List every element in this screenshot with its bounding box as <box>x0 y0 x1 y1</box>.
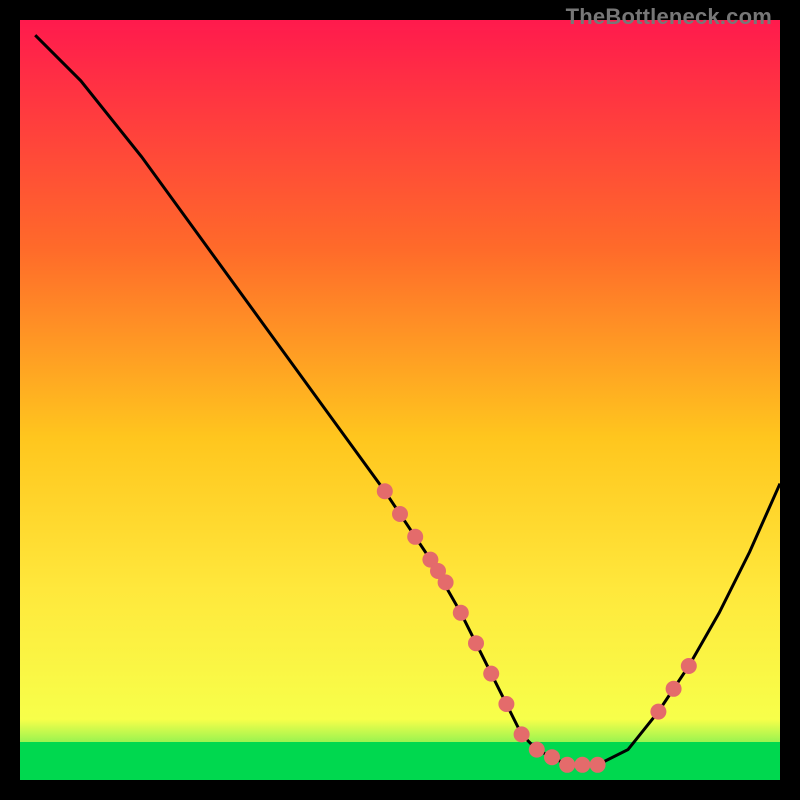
data-point <box>377 483 393 499</box>
gradient-background <box>20 20 780 780</box>
data-point <box>392 506 408 522</box>
bottleneck-chart <box>20 20 780 780</box>
data-point <box>681 658 697 674</box>
data-point <box>514 726 530 742</box>
data-point <box>666 681 682 697</box>
data-point <box>559 757 575 773</box>
data-point <box>574 757 590 773</box>
data-point <box>544 749 560 765</box>
data-point <box>468 635 484 651</box>
watermark-label: TheBottleneck.com <box>566 4 772 30</box>
data-point <box>483 666 499 682</box>
data-point <box>438 574 454 590</box>
data-point <box>529 742 545 758</box>
data-point <box>498 696 514 712</box>
data-point <box>453 605 469 621</box>
data-point <box>590 757 606 773</box>
green-band <box>20 742 780 780</box>
data-point <box>407 529 423 545</box>
data-point <box>650 704 666 720</box>
